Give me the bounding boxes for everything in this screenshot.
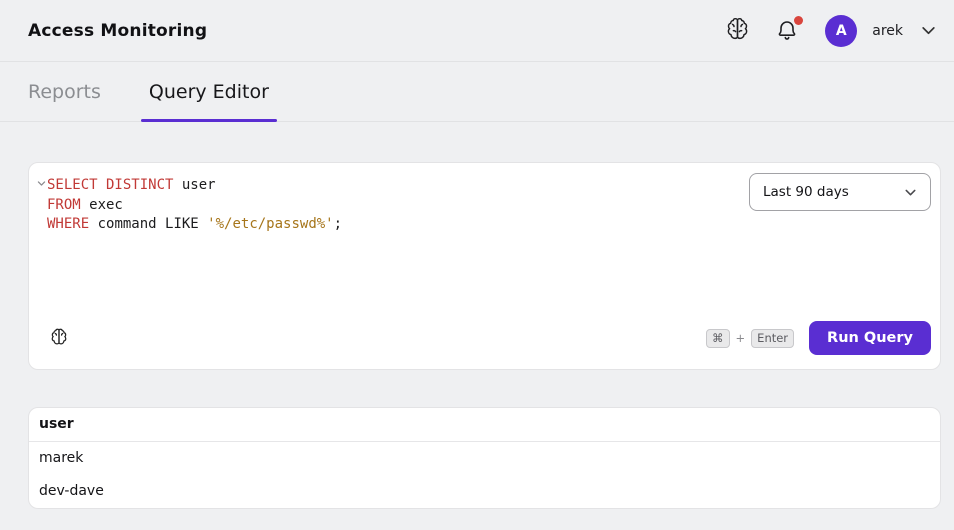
query-editor-card: SELECT DISTINCT userFROM execWHERE comma… xyxy=(28,162,941,370)
avatar[interactable]: A xyxy=(825,15,857,47)
code-line: FROM exec xyxy=(47,196,730,216)
enter-keycap: Enter xyxy=(751,329,794,348)
notification-dot xyxy=(794,16,803,25)
app-header: Access Monitoring xyxy=(0,0,954,62)
code-fold-toggle[interactable] xyxy=(36,178,47,189)
chevron-down-icon xyxy=(36,178,47,189)
page-title: Access Monitoring xyxy=(28,21,207,41)
code-token: WHERE xyxy=(47,216,89,232)
cmd-keycap: ⌘ xyxy=(706,329,730,348)
timerange-value: Last 90 days xyxy=(763,184,849,200)
user-menu-button[interactable] xyxy=(919,21,938,40)
code-token: ; xyxy=(334,216,342,232)
tab-bar: Reports Query Editor xyxy=(0,62,954,122)
chevron-down-icon xyxy=(903,185,918,200)
sql-code[interactable]: SELECT DISTINCT userFROM execWHERE comma… xyxy=(47,176,730,309)
code-token: FROM xyxy=(47,197,81,213)
timerange-select[interactable]: Last 90 days xyxy=(749,173,931,211)
header-actions: A arek xyxy=(723,15,938,47)
chevron-down-icon xyxy=(919,21,938,40)
code-token: command LIKE xyxy=(89,216,207,232)
editor-footer: ⌘ + Enter Run Query xyxy=(49,321,931,355)
code-token: '%/etc/passwd%' xyxy=(207,216,333,232)
shortcut-separator: + xyxy=(736,331,746,345)
tab-query-editor[interactable]: Query Editor xyxy=(141,62,277,121)
code-token: user xyxy=(173,177,215,193)
tab-reports[interactable]: Reports xyxy=(20,62,109,121)
table-cell: marek xyxy=(29,442,940,475)
run-shortcut-hint: ⌘ + Enter xyxy=(706,329,794,348)
code-token: SELECT DISTINCT xyxy=(47,177,173,193)
results-body: marekdev-dave xyxy=(29,442,940,508)
ai-assist-button[interactable] xyxy=(49,328,69,348)
notifications-button[interactable] xyxy=(773,17,801,45)
column-header: user xyxy=(29,408,940,441)
code-line: SELECT DISTINCT user xyxy=(47,176,730,196)
brain-icon xyxy=(724,17,751,44)
user-name[interactable]: arek xyxy=(872,23,903,39)
run-query-button[interactable]: Run Query xyxy=(809,321,931,355)
code-line: WHERE command LIKE '%/etc/passwd%'; xyxy=(47,215,730,235)
code-token: exec xyxy=(81,197,123,213)
table-cell: dev-dave xyxy=(29,475,940,508)
results-table: user marekdev-dave xyxy=(28,407,941,509)
results-header-row: user xyxy=(29,408,940,442)
ai-assistant-button[interactable] xyxy=(723,17,751,45)
brain-icon xyxy=(49,328,69,348)
table-row: marek xyxy=(29,442,940,475)
table-row: dev-dave xyxy=(29,475,940,508)
